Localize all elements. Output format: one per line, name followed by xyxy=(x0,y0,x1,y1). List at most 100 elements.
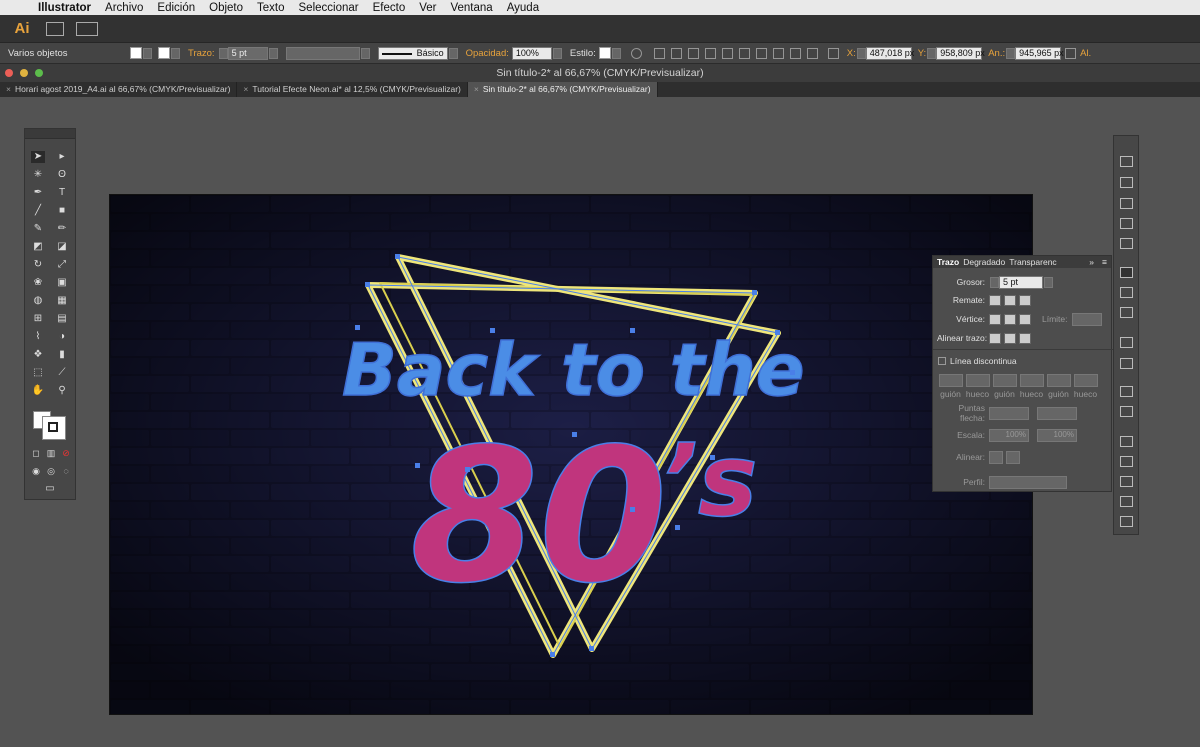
style-swatch[interactable] xyxy=(598,47,611,59)
screen-mode-icon[interactable]: ▭ xyxy=(43,483,57,495)
panel-collapse-icon[interactable]: » xyxy=(1089,257,1094,267)
app-menu[interactable]: Illustrator xyxy=(38,2,91,14)
document-tab-active[interactable]: × Sin título-2* al 66,67% (CMYK/Previsual… xyxy=(467,82,658,97)
menu-archivo[interactable]: Archivo xyxy=(105,2,143,14)
arrange-documents-icon[interactable] xyxy=(76,21,98,36)
end-arrowhead-select[interactable] xyxy=(1037,406,1077,420)
zoom-tool-icon[interactable]: ⚲ xyxy=(55,385,69,397)
opacity-label[interactable]: Opacidad: xyxy=(466,48,509,59)
tab-transparencia[interactable]: Transparenc xyxy=(1009,257,1056,267)
distribute-bottom-icon[interactable] xyxy=(806,47,818,59)
dash-field[interactable] xyxy=(992,374,1017,387)
slice-tool-icon[interactable]: ⟋ xyxy=(55,367,69,379)
brushes-panel-icon[interactable] xyxy=(1120,218,1133,229)
color-guide-panel-icon[interactable] xyxy=(1120,177,1133,188)
projecting-cap-button[interactable] xyxy=(1019,294,1031,306)
gradient-panel-icon[interactable] xyxy=(1120,287,1133,298)
arrow-extend-button[interactable] xyxy=(989,450,1003,464)
draw-mode-icon[interactable]: ◉ xyxy=(29,465,43,477)
dash-field[interactable] xyxy=(938,374,963,387)
distribute-vcenter-icon[interactable] xyxy=(789,47,801,59)
scale-tool-icon[interactable]: ⤢ xyxy=(55,259,69,271)
zoom-window-button[interactable] xyxy=(35,69,43,77)
limit-field[interactable] xyxy=(1071,312,1102,326)
paintbrush-tool-icon[interactable]: ✎ xyxy=(31,223,45,235)
stroke-label[interactable]: Trazo: xyxy=(188,48,215,59)
artboard-tool-icon[interactable]: ⬚ xyxy=(31,367,45,379)
lasso-tool-icon[interactable]: ʘ xyxy=(55,169,69,181)
transform-panel-icon[interactable] xyxy=(1120,436,1133,447)
align-center-button[interactable] xyxy=(989,332,1001,344)
stroke-color-swatch[interactable] xyxy=(42,416,66,440)
variable-width-profile[interactable] xyxy=(285,46,360,60)
pencil-tool-icon[interactable]: ✏ xyxy=(55,223,69,235)
gradient-mode-icon[interactable]: ▥ xyxy=(44,447,58,459)
close-tab-icon[interactable]: × xyxy=(243,84,248,94)
tools-panel-header[interactable] xyxy=(25,129,75,139)
dash-field[interactable] xyxy=(1046,374,1071,387)
width-stepper[interactable] xyxy=(1006,47,1016,59)
align-inside-button[interactable] xyxy=(1004,332,1016,344)
style-dropdown[interactable] xyxy=(611,47,621,59)
align-panel-icon[interactable] xyxy=(1120,456,1133,467)
rectangle-tool-icon[interactable]: ■ xyxy=(55,205,69,217)
close-window-button[interactable] xyxy=(5,69,13,77)
stroke-dropdown[interactable] xyxy=(171,47,180,59)
line-tool-icon[interactable]: ╱ xyxy=(31,205,45,217)
selection-tool-icon[interactable]: ➤ xyxy=(31,151,45,163)
arrow-place-button[interactable] xyxy=(1006,450,1020,464)
document-tab[interactable]: × Tutorial Efecte Neon.ai* al 12,5% (CMYK… xyxy=(237,82,468,97)
appearance-panel-icon[interactable] xyxy=(1120,337,1133,348)
round-join-button[interactable] xyxy=(1004,313,1016,325)
tab-trazo[interactable]: Trazo xyxy=(937,257,959,267)
magic-wand-tool-icon[interactable]: ✳ xyxy=(31,169,45,181)
draw-inside-icon[interactable]: ◌ xyxy=(59,465,73,477)
profile-select[interactable] xyxy=(989,475,1067,489)
bridge-icon[interactable] xyxy=(46,21,64,36)
brush-definition[interactable]: Básico xyxy=(377,46,448,60)
miter-join-button[interactable] xyxy=(989,313,1001,325)
align-vcenter-icon[interactable] xyxy=(738,47,750,59)
column-graph-tool-icon[interactable]: ▮ xyxy=(55,349,69,361)
artwork-headline[interactable]: Back to the xyxy=(341,327,805,413)
stroke-weight-field[interactable]: 5 pt xyxy=(227,46,268,60)
panel-menu-icon[interactable]: ≡ xyxy=(1102,257,1107,267)
gap-field[interactable] xyxy=(1073,374,1098,387)
bevel-join-button[interactable] xyxy=(1019,313,1031,325)
align-outside-button[interactable] xyxy=(1019,332,1031,344)
actions-panel-icon[interactable] xyxy=(1120,496,1133,507)
opacity-field[interactable]: 100% xyxy=(511,46,552,60)
menu-ver[interactable]: Ver xyxy=(419,2,436,14)
distribute-top-icon[interactable] xyxy=(772,47,784,59)
pen-tool-icon[interactable]: ✒ xyxy=(31,187,45,199)
align-to-selection-icon[interactable] xyxy=(653,47,665,59)
gap-field[interactable] xyxy=(965,374,990,387)
free-transform-tool-icon[interactable]: ▣ xyxy=(55,277,69,289)
transparency-panel-icon[interactable] xyxy=(1120,307,1133,318)
butt-cap-button[interactable] xyxy=(989,294,1001,306)
x-stepper[interactable] xyxy=(856,47,866,59)
constrain-proportions-icon[interactable] xyxy=(1065,47,1077,59)
symbols-panel-icon[interactable] xyxy=(1120,238,1133,249)
layers-panel-icon[interactable] xyxy=(1120,386,1133,397)
reference-point-icon[interactable] xyxy=(827,47,839,59)
menu-ayuda[interactable]: Ayuda xyxy=(507,2,539,14)
menu-edicion[interactable]: Edición xyxy=(157,2,195,14)
links-panel-icon[interactable] xyxy=(1120,516,1133,527)
round-cap-button[interactable] xyxy=(1004,294,1016,306)
start-scale-field[interactable]: 100% xyxy=(989,428,1029,442)
y-stepper[interactable] xyxy=(927,47,937,59)
recolor-artwork-icon[interactable] xyxy=(630,47,642,59)
menu-seleccionar[interactable]: Seleccionar xyxy=(299,2,359,14)
weight-dropdown[interactable] xyxy=(1044,276,1053,288)
mesh-tool-icon[interactable]: ⊞ xyxy=(31,313,45,325)
none-mode-icon[interactable]: ⊘ xyxy=(59,447,73,459)
pathfinder-panel-icon[interactable] xyxy=(1120,476,1133,487)
shape-builder-tool-icon[interactable]: ◍ xyxy=(31,295,45,307)
align-left-icon[interactable] xyxy=(670,47,682,59)
menu-texto[interactable]: Texto xyxy=(257,2,285,14)
opacity-dropdown[interactable] xyxy=(552,47,562,59)
perspective-grid-tool-icon[interactable]: ▦ xyxy=(55,295,69,307)
type-tool-icon[interactable]: T xyxy=(55,187,69,199)
dashed-checkbox[interactable] xyxy=(938,357,946,365)
